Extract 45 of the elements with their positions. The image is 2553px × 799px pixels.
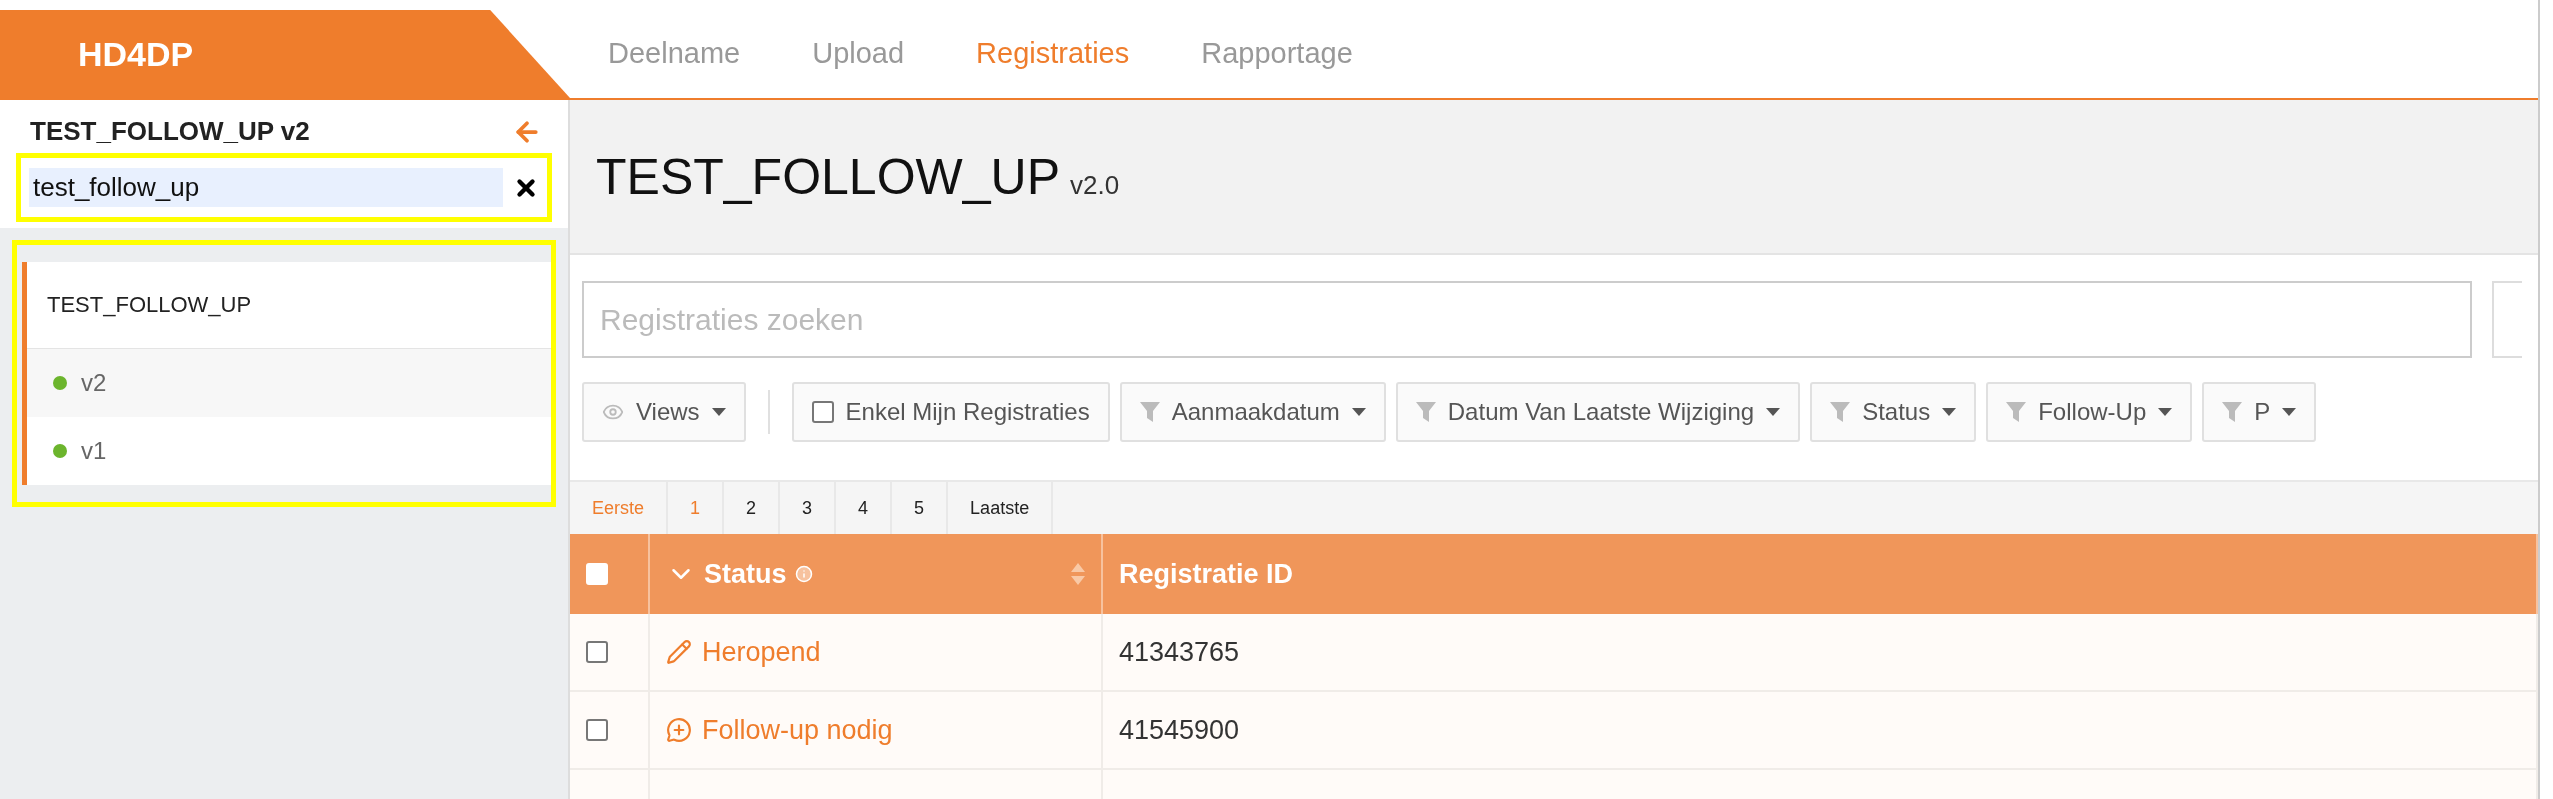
- checkbox[interactable]: [586, 719, 608, 741]
- table-cell: 41343765: [1103, 614, 2538, 690]
- search-field[interactable]: test_follow_up: [29, 168, 503, 207]
- tree-item-label: v2: [81, 369, 107, 397]
- filter-icon: [2006, 402, 2027, 422]
- status-label: Follow-up nodig: [702, 714, 893, 746]
- checkbox[interactable]: [586, 641, 608, 663]
- status-label: Heropend: [702, 636, 821, 668]
- info-icon: [794, 565, 813, 583]
- caret-icon: [1351, 408, 1366, 416]
- views-label: Views: [636, 398, 700, 426]
- filter-label: Status: [1862, 398, 1931, 426]
- caret-icon: [2158, 408, 2173, 416]
- sidebar-title: TEST_FOLLOW_UP v2: [30, 116, 310, 147]
- filter-dropdown[interactable]: Status: [1810, 382, 1977, 442]
- filter-label: Datum Van Laatste Wijziging: [1447, 398, 1755, 426]
- filter-label: Aanmaakdatum: [1171, 398, 1340, 426]
- filter-icon: [2222, 402, 2243, 422]
- filter-label: P: [2254, 398, 2271, 426]
- filter-label: Follow-Up: [2038, 398, 2147, 426]
- caret-icon: [711, 408, 726, 416]
- pencil-icon: [666, 639, 692, 665]
- page-title: TEST_FOLLOW_UP: [596, 147, 1060, 206]
- filter-dropdown[interactable]: Follow-Up: [1986, 382, 2193, 442]
- tree-item[interactable]: v1: [27, 417, 551, 485]
- filter-dropdown[interactable]: Datum Van Laatste Wijziging: [1395, 382, 1801, 442]
- tree-item[interactable]: v2: [27, 349, 551, 417]
- chat-plus-icon: [666, 717, 692, 743]
- filter-dropdown[interactable]: Aanmaakdatum: [1119, 382, 1386, 442]
- checkbox-label: Enkel Mijn Registraties: [845, 398, 1090, 426]
- filter-icon: [1830, 402, 1851, 422]
- views-dropdown[interactable]: Views: [582, 382, 746, 442]
- search-field[interactable]: Registraties zoeken: [582, 281, 2472, 358]
- filter-icon: [1139, 402, 1160, 422]
- caret-icon: [1942, 408, 1957, 416]
- filter-icon: [1415, 402, 1436, 422]
- caret-icon: [2282, 408, 2297, 416]
- checkbox[interactable]: [811, 401, 834, 423]
- tree-item-label: v1: [81, 437, 107, 465]
- checkbox-filter[interactable]: Enkel Mijn Registraties: [791, 382, 1110, 442]
- tree-node[interactable]: TEST_FOLLOW_UP: [27, 262, 551, 349]
- version-label: v2.0: [1070, 170, 1120, 201]
- table-cell: 41545900: [1103, 692, 2538, 768]
- filter-dropdown[interactable]: P: [2202, 382, 2317, 442]
- caret-icon: [1766, 408, 1781, 416]
